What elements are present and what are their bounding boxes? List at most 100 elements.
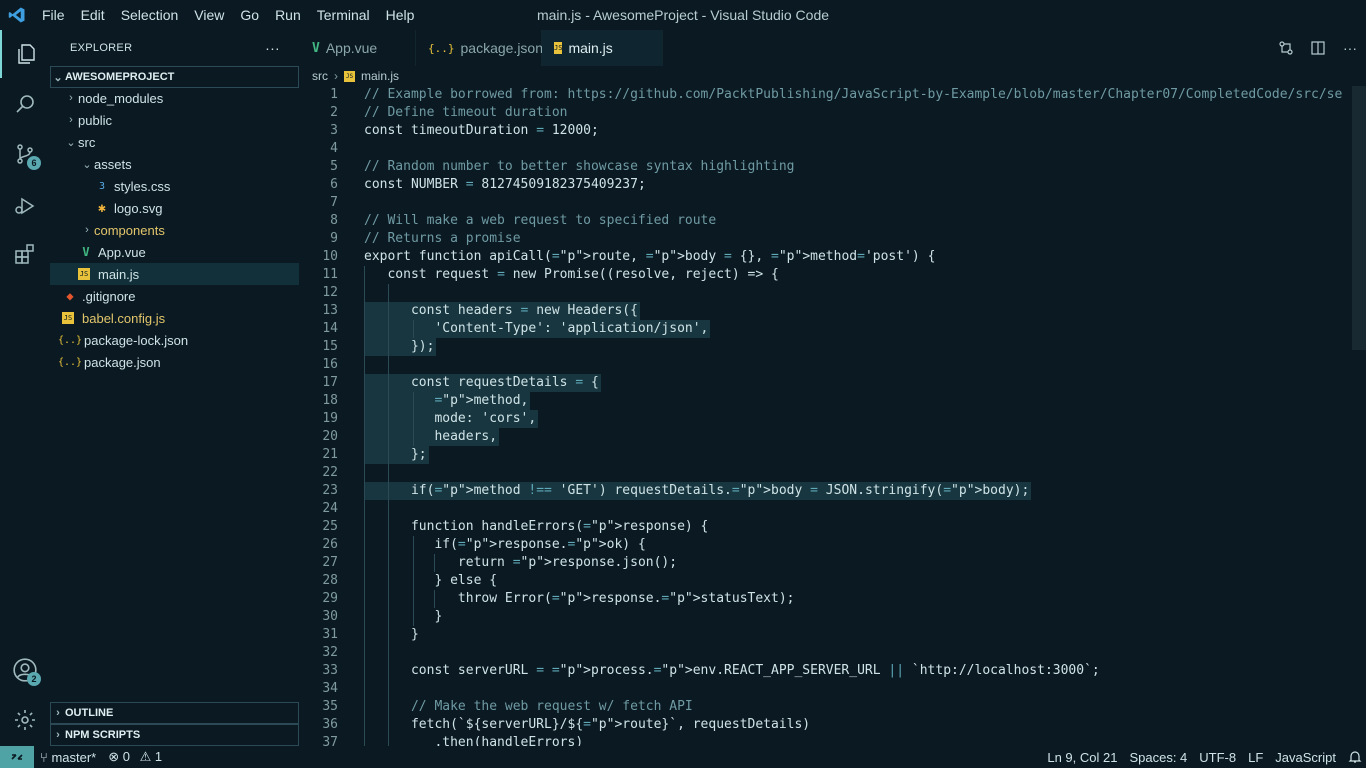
cursor-position[interactable]: Ln 9, Col 21 — [1041, 750, 1123, 765]
code-line[interactable]: 2 // Define timeout duration — [300, 104, 1366, 122]
npm-scripts-section[interactable]: › NPM SCRIPTS — [50, 724, 299, 746]
code-line[interactable]: 6 const NUMBER = 81274509182375409237; — [300, 176, 1366, 194]
explorer-more-button[interactable]: ··· — [265, 40, 280, 56]
explorer-icon[interactable] — [0, 30, 50, 78]
source-control-icon[interactable]: 6 — [0, 130, 50, 178]
code-line[interactable]: 19 mode: 'cors', — [300, 410, 1366, 428]
tree-item-app-vue[interactable]: V App.vue — [50, 241, 299, 263]
code-line[interactable]: 9 // Returns a promise — [300, 230, 1366, 248]
code-line[interactable]: 22 — [300, 464, 1366, 482]
code-text: .then(handleErrors) — [364, 735, 584, 746]
code-line[interactable]: 7 — [300, 194, 1366, 212]
more-actions-icon[interactable]: ··· — [1334, 40, 1366, 56]
extensions-icon[interactable] — [0, 230, 50, 278]
code-line[interactable]: 1 // Example borrowed from: https://githu… — [300, 86, 1366, 104]
tree-item-gitignore[interactable]: ◆ .gitignore — [50, 285, 299, 307]
code-line[interactable]: 30 } — [300, 608, 1366, 626]
notifications-bell-icon[interactable] — [1348, 750, 1362, 767]
code-line[interactable]: 17 const requestDetails = { — [300, 374, 1366, 392]
code-line[interactable]: 26 if(="p">response.="p">ok) { — [300, 536, 1366, 554]
code-line[interactable]: 25 function handleErrors(="p">response) … — [300, 518, 1366, 536]
tree-item-assets[interactable]: ⌄ assets — [50, 153, 299, 175]
code-line[interactable]: 31 } — [300, 626, 1366, 644]
code-line[interactable]: 10 export function apiCall(="p">route, ="… — [300, 248, 1366, 266]
problems-indicator[interactable]: ⊗ 0 ⚠ 1 — [102, 749, 168, 765]
explorer-title: EXPLORER — [70, 42, 133, 54]
menu-terminal[interactable]: Terminal — [309, 0, 378, 30]
code-line[interactable]: 5 // Random number to better showcase syn… — [300, 158, 1366, 176]
branch-indicator[interactable]: ⑂ master* — [34, 750, 102, 765]
code-editor[interactable]: 1 // Example borrowed from: https://githu… — [300, 86, 1366, 746]
tab-label: package.json — [460, 40, 544, 56]
menu-view[interactable]: View — [186, 0, 232, 30]
tree-item-styles-css[interactable]: 3 styles.css — [50, 175, 299, 197]
code-line[interactable]: 32 — [300, 644, 1366, 662]
line-number: 14 — [322, 321, 338, 336]
outline-section[interactable]: › OUTLINE — [50, 702, 299, 724]
search-icon[interactable] — [0, 80, 50, 128]
tab-main-js[interactable]: JS main.js — [542, 30, 663, 66]
end-of-line[interactable]: LF — [1242, 750, 1269, 765]
menu-bar: File Edit Selection View Go Run Terminal… — [34, 0, 422, 30]
tree-item-package-json[interactable]: {..} package.json — [50, 351, 299, 373]
project-root-folder[interactable]: ⌄ AWESOMEPROJECT — [50, 66, 299, 88]
code-line[interactable]: 15 }); — [300, 338, 1366, 356]
code-line[interactable]: 23 if(="p">method !== 'GET') requestDeta… — [300, 482, 1366, 500]
tree-item-main-js[interactable]: JS main.js — [50, 263, 299, 285]
code-line[interactable]: 34 — [300, 680, 1366, 698]
code-line[interactable]: 14 'Content-Type': 'application/json', — [300, 320, 1366, 338]
line-number: 16 — [322, 357, 338, 372]
line-number: 25 — [322, 519, 338, 534]
code-line[interactable]: 18 ="p">method, — [300, 392, 1366, 410]
code-line[interactable]: 36 fetch(`${serverURL}/${="p">route}`, r… — [300, 716, 1366, 734]
line-number: 31 — [322, 627, 338, 642]
language-mode[interactable]: JavaScript — [1269, 750, 1342, 765]
code-line[interactable]: 24 — [300, 500, 1366, 518]
code-line[interactable]: 33 const serverURL = ="p">process.="p">e… — [300, 662, 1366, 680]
code-line[interactable]: 21 }; — [300, 446, 1366, 464]
tab-app-vue[interactable]: V App.vue — [300, 30, 416, 66]
code-line[interactable]: 27 return ="p">response.json(); — [300, 554, 1366, 572]
accounts-icon[interactable]: 2 — [0, 646, 50, 694]
encoding[interactable]: UTF-8 — [1193, 750, 1242, 765]
code-line[interactable]: 35 // Make the web request w/ fetch API — [300, 698, 1366, 716]
tree-item-babel-config[interactable]: JS babel.config.js — [50, 307, 299, 329]
indentation[interactable]: Spaces: 4 — [1123, 750, 1193, 765]
tree-item-package-lock[interactable]: {..} package-lock.json — [50, 329, 299, 351]
code-line[interactable]: 13 const headers = new Headers({ — [300, 302, 1366, 320]
code-line[interactable]: 28 } else { — [300, 572, 1366, 590]
code-line[interactable]: 16 — [300, 356, 1366, 374]
tree-item-public[interactable]: › public — [50, 109, 299, 131]
open-changes-icon[interactable] — [1270, 40, 1302, 56]
menu-help[interactable]: Help — [378, 0, 423, 30]
tree-item-components[interactable]: › components — [50, 219, 299, 241]
code-line[interactable]: 29 throw Error(="p">response.="p">status… — [300, 590, 1366, 608]
css-file-icon: 3 — [98, 180, 106, 192]
code-line[interactable]: 8 // Will make a web request to specified… — [300, 212, 1366, 230]
tree-item-src[interactable]: ⌄ src — [50, 131, 299, 153]
code-line[interactable]: 4 — [300, 140, 1366, 158]
menu-run[interactable]: Run — [267, 0, 309, 30]
code-line[interactable]: 12 — [300, 284, 1366, 302]
code-line[interactable]: 37 .then(handleErrors) — [300, 734, 1366, 746]
tab-package-json[interactable]: {..} package.json — [416, 30, 544, 66]
run-debug-icon[interactable] — [0, 182, 50, 230]
menu-selection[interactable]: Selection — [113, 0, 187, 30]
breadcrumb-file[interactable]: main.js — [361, 69, 399, 83]
settings-gear-icon[interactable] — [0, 696, 50, 744]
menu-edit[interactable]: Edit — [73, 0, 113, 30]
tree-item-logo-svg[interactable]: ✱ logo.svg — [50, 197, 299, 219]
remote-indicator-icon[interactable] — [0, 746, 34, 768]
breadcrumb-folder[interactable]: src — [312, 69, 328, 83]
menu-go[interactable]: Go — [232, 0, 267, 30]
line-number: 29 — [322, 591, 338, 606]
line-number: 28 — [322, 573, 338, 588]
code-line[interactable]: 11 const request = new Promise((resolve,… — [300, 266, 1366, 284]
split-editor-icon[interactable] — [1302, 40, 1334, 56]
code-text: function handleErrors(="p">response) { — [364, 519, 709, 534]
code-text: const requestDetails = { — [364, 374, 601, 392]
code-line[interactable]: 20 headers, — [300, 428, 1366, 446]
tree-item-node-modules[interactable]: › node_modules — [50, 87, 299, 109]
code-line[interactable]: 3 const timeoutDuration = 12000; — [300, 122, 1366, 140]
menu-file[interactable]: File — [34, 0, 73, 30]
